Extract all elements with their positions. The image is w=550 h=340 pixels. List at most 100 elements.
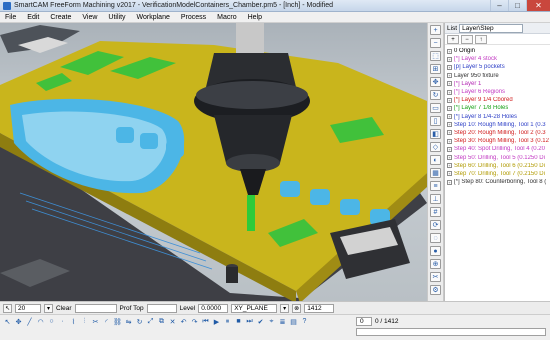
- undo-icon[interactable]: ↶: [179, 317, 188, 326]
- expand-toggle-icon[interactable]: +: [447, 56, 452, 62]
- measure-icon[interactable]: ⊥: [430, 194, 441, 204]
- zoom-all-icon[interactable]: ⊞: [430, 64, 441, 74]
- zoom-out-icon[interactable]: −: [430, 38, 441, 48]
- wireframe-icon[interactable]: ▦: [430, 168, 441, 178]
- tree-item[interactable]: + Step 20: Rough Milling, Tool 2 (0.3: [447, 129, 549, 137]
- expand-toggle-icon[interactable]: +: [447, 81, 452, 87]
- select-icon[interactable]: ↖: [3, 303, 12, 313]
- chain-icon[interactable]: ⛓: [113, 317, 122, 326]
- tree-item[interactable]: + Step 70: Drilling, Tool 7 (0.2150 Di: [447, 170, 549, 178]
- tree-item[interactable]: + Step 40: Spot Drilling, Tool 4 (0.20: [447, 145, 549, 153]
- menu-file[interactable]: File: [5, 14, 16, 21]
- menu-macro[interactable]: Macro: [217, 14, 236, 21]
- expand-all-button[interactable]: +: [447, 35, 459, 44]
- menu-help[interactable]: Help: [248, 14, 262, 21]
- tree-item[interactable]: + [*] Layer 4 stock: [447, 55, 549, 63]
- expand-toggle-icon[interactable]: +: [447, 114, 452, 120]
- expand-toggle-icon[interactable]: +: [447, 155, 452, 161]
- tree-item[interactable]: + [*] Layer 9 1/4 Cbored: [447, 96, 549, 104]
- menu-process[interactable]: Process: [181, 14, 206, 21]
- expand-toggle-icon[interactable]: +: [447, 48, 452, 54]
- help-icon[interactable]: ?: [300, 317, 309, 326]
- circle-icon[interactable]: ○: [47, 317, 56, 326]
- settings-icon[interactable]: ⚙: [430, 285, 441, 295]
- copy-icon[interactable]: ⧉: [157, 317, 166, 326]
- maximize-button[interactable]: □: [508, 0, 526, 11]
- clear-dropdown-icon[interactable]: ▾: [44, 303, 53, 313]
- verify-icon[interactable]: ✔: [256, 317, 265, 326]
- mirror-icon[interactable]: ⇋: [124, 317, 133, 326]
- tree-item[interactable]: + [*] Layer 1: [447, 80, 549, 88]
- count-field[interactable]: 1412: [304, 303, 335, 313]
- view-front-icon[interactable]: ▯: [430, 116, 441, 126]
- expand-toggle-icon[interactable]: +: [447, 105, 452, 111]
- expand-toggle-icon[interactable]: +: [447, 171, 452, 177]
- list-select[interactable]: Layer\Step: [459, 23, 524, 33]
- play-icon[interactable]: ▶: [212, 317, 221, 326]
- clear-field[interactable]: [74, 303, 117, 313]
- plane-dropdown-icon[interactable]: ▾: [280, 303, 290, 313]
- point-icon[interactable]: ·: [58, 317, 67, 326]
- tree-item[interactable]: + Layer 950 fixture: [447, 72, 549, 80]
- expand-toggle-icon[interactable]: +: [447, 89, 452, 95]
- tree-item[interactable]: + [*] Layer 6 Regions: [447, 88, 549, 96]
- rotate-entity-icon[interactable]: ↻: [135, 317, 144, 326]
- menu-edit[interactable]: Edit: [27, 14, 39, 21]
- graphics-viewport[interactable]: [0, 23, 427, 301]
- grid-icon[interactable]: #: [430, 207, 441, 217]
- hide-icon[interactable]: ◌: [430, 233, 441, 243]
- menu-view[interactable]: View: [82, 14, 97, 21]
- zoom-in-icon[interactable]: +: [430, 25, 441, 35]
- layer-tree[interactable]: +0 Origin + [*] Layer 4 stock + [p] Layer 5 …: [445, 45, 550, 186]
- arc-icon[interactable]: ◠: [36, 317, 45, 326]
- step-back-icon[interactable]: ⏮: [201, 317, 210, 326]
- menu-utility[interactable]: Utility: [108, 14, 125, 21]
- menu-create[interactable]: Create: [50, 14, 71, 21]
- rotate-icon[interactable]: ↻: [430, 90, 441, 100]
- tree-item[interactable]: + [p] Layer 5 pockets: [447, 63, 549, 71]
- tree-item[interactable]: + Step 50: Drilling, Tool 5 (0.1250 Di: [447, 153, 549, 161]
- trim-icon[interactable]: ✂: [91, 317, 100, 326]
- menu-workplane[interactable]: Workplane: [137, 14, 170, 21]
- clip-icon[interactable]: ✂: [430, 272, 441, 282]
- move-up-button[interactable]: ↑: [475, 35, 487, 44]
- counter-current-field[interactable]: 0: [356, 316, 372, 326]
- expand-toggle-icon[interactable]: +: [447, 73, 452, 79]
- close-button[interactable]: ✕: [526, 0, 550, 11]
- tree-item[interactable]: + [*] Layer 7 1/8 Holes: [447, 104, 549, 112]
- redraw-icon[interactable]: ⟳: [430, 220, 441, 230]
- snap-icon[interactable]: ⊕: [430, 259, 441, 269]
- polyline-icon[interactable]: ⌇: [69, 317, 78, 326]
- offset-icon[interactable]: ⫶: [80, 317, 89, 326]
- tree-item[interactable]: + [*] Layer 8 1/4-28 Holes: [447, 113, 549, 121]
- zoom-window-icon[interactable]: ⬚: [430, 51, 441, 61]
- prof-field[interactable]: [146, 303, 177, 313]
- tree-item[interactable]: + Step 30: Rough Milling, Tool 3 (0.12: [447, 137, 549, 145]
- delete-icon[interactable]: ✕: [168, 317, 177, 326]
- report-icon[interactable]: ▤: [289, 317, 298, 326]
- expand-toggle-icon[interactable]: +: [447, 146, 452, 152]
- tree-item[interactable]: +0 Origin: [447, 47, 549, 55]
- expand-toggle-icon[interactable]: +: [447, 138, 452, 144]
- layers-icon[interactable]: ≡: [430, 181, 441, 191]
- pan-icon[interactable]: ✥: [430, 77, 441, 87]
- collapse-all-button[interactable]: −: [461, 35, 473, 44]
- minimize-button[interactable]: –: [490, 0, 508, 11]
- plane-field[interactable]: XY_PLANE: [231, 303, 278, 313]
- expand-toggle-icon[interactable]: +: [447, 163, 452, 169]
- lock-icon[interactable]: ⊗: [292, 303, 302, 313]
- nc-code-icon[interactable]: ≣: [278, 317, 287, 326]
- line-icon[interactable]: ╱: [25, 317, 34, 326]
- tree-item[interactable]: + Step 10: Rough Milling, Tool 1 (0.3: [447, 121, 549, 129]
- value-field[interactable]: 20: [15, 303, 41, 313]
- pointer-icon[interactable]: ↖: [3, 317, 12, 326]
- tree-item[interactable]: + Step 60: Drilling, Tool 6 (0.2150 Di: [447, 162, 549, 170]
- expand-toggle-icon[interactable]: +: [447, 130, 452, 136]
- tool-icon[interactable]: ⌖: [267, 317, 276, 326]
- view-right-icon[interactable]: ◧: [430, 129, 441, 139]
- tree-item[interactable]: + [*] Step 80: Counterboring, Tool 8 (: [447, 178, 549, 186]
- fillet-icon[interactable]: ◜: [102, 317, 111, 326]
- stop-icon[interactable]: ■: [234, 317, 243, 326]
- view-top-icon[interactable]: ▭: [430, 103, 441, 113]
- redo-icon[interactable]: ↷: [190, 317, 199, 326]
